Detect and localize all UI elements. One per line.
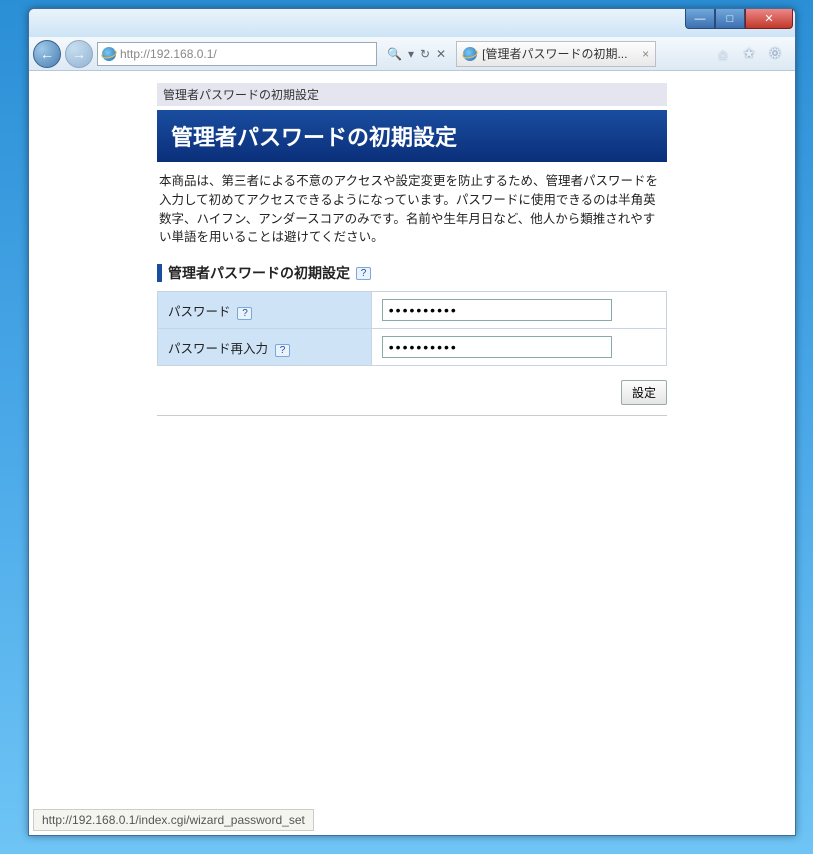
browser-navbar: ← → http://192.168.0.1/ 🔍 ▾ ↻ ✕ [管理者パスワー… <box>29 37 795 71</box>
confirm-field-cell <box>371 329 666 366</box>
section-header: 管理者パスワードの初期設定 ? <box>157 263 667 283</box>
password-label-cell: パスワード ? <box>158 292 372 329</box>
toolbar-icons: ⌂ ★ ⚙ <box>707 46 791 62</box>
help-icon[interactable]: ? <box>237 307 252 320</box>
submit-button[interactable]: 設定 <box>621 380 667 405</box>
confirm-label: パスワード再入力 <box>168 342 268 356</box>
url-text: http://192.168.0.1/ <box>120 47 217 61</box>
section-accent-bar <box>157 264 162 282</box>
url-actions: 🔍 ▾ ↻ ✕ <box>381 47 452 61</box>
page-title: 管理者パスワードの初期設定 <box>157 110 667 162</box>
browser-tab[interactable]: [管理者パスワードの初期... × <box>456 41 656 67</box>
page-description: 本商品は、第三者による不意のアクセスや設定変更を防止するため、管理者パスワードを… <box>159 172 665 247</box>
help-icon[interactable]: ? <box>356 267 371 280</box>
gear-icon[interactable]: ⚙ <box>767 46 783 62</box>
refresh-icon[interactable]: ↻ <box>420 47 430 61</box>
status-bar: http://192.168.0.1/index.cgi/wizard_pass… <box>33 809 314 831</box>
breadcrumb: 管理者パスワードの初期設定 <box>157 83 667 106</box>
ie-icon <box>463 47 477 61</box>
tab-title: [管理者パスワードの初期... <box>482 45 627 62</box>
password-form-table: パスワード ? パスワード再入力 ? <box>157 291 667 366</box>
help-icon[interactable]: ? <box>275 344 290 357</box>
home-icon[interactable]: ⌂ <box>715 46 731 62</box>
back-button[interactable]: ← <box>33 40 61 68</box>
page-content: 管理者パスワードの初期設定 管理者パスワードの初期設定 本商品は、第三者による不… <box>29 71 795 835</box>
confirm-label-cell: パスワード再入力 ? <box>158 329 372 366</box>
password-field-cell <box>371 292 666 329</box>
router-config-page: 管理者パスワードの初期設定 管理者パスワードの初期設定 本商品は、第三者による不… <box>157 83 667 416</box>
password-label: パスワード <box>168 305 231 319</box>
favorites-icon[interactable]: ★ <box>741 46 757 62</box>
close-window-button[interactable]: ✕ <box>745 9 793 29</box>
submit-row: 設定 <box>157 380 667 405</box>
confirm-password-input[interactable] <box>382 336 612 358</box>
window-titlebar: — □ ✕ <box>29 9 795 37</box>
window-buttons: — □ ✕ <box>685 9 793 29</box>
table-row: パスワード再入力 ? <box>158 329 667 366</box>
password-input[interactable] <box>382 299 612 321</box>
stop-icon[interactable]: ✕ <box>436 47 446 61</box>
browser-window: — □ ✕ ← → http://192.168.0.1/ 🔍 ▾ ↻ ✕ [管… <box>28 8 796 836</box>
search-icon[interactable]: 🔍 <box>387 47 402 61</box>
ie-icon <box>102 47 116 61</box>
table-row: パスワード ? <box>158 292 667 329</box>
separator <box>157 415 667 416</box>
maximize-button[interactable]: □ <box>715 9 745 29</box>
forward-button[interactable]: → <box>65 40 93 68</box>
tab-close-icon[interactable]: × <box>642 47 649 61</box>
section-title: 管理者パスワードの初期設定 <box>168 263 350 283</box>
address-bar[interactable]: http://192.168.0.1/ <box>97 42 377 66</box>
dropdown-icon[interactable]: ▾ <box>408 47 414 61</box>
minimize-button[interactable]: — <box>685 9 715 29</box>
